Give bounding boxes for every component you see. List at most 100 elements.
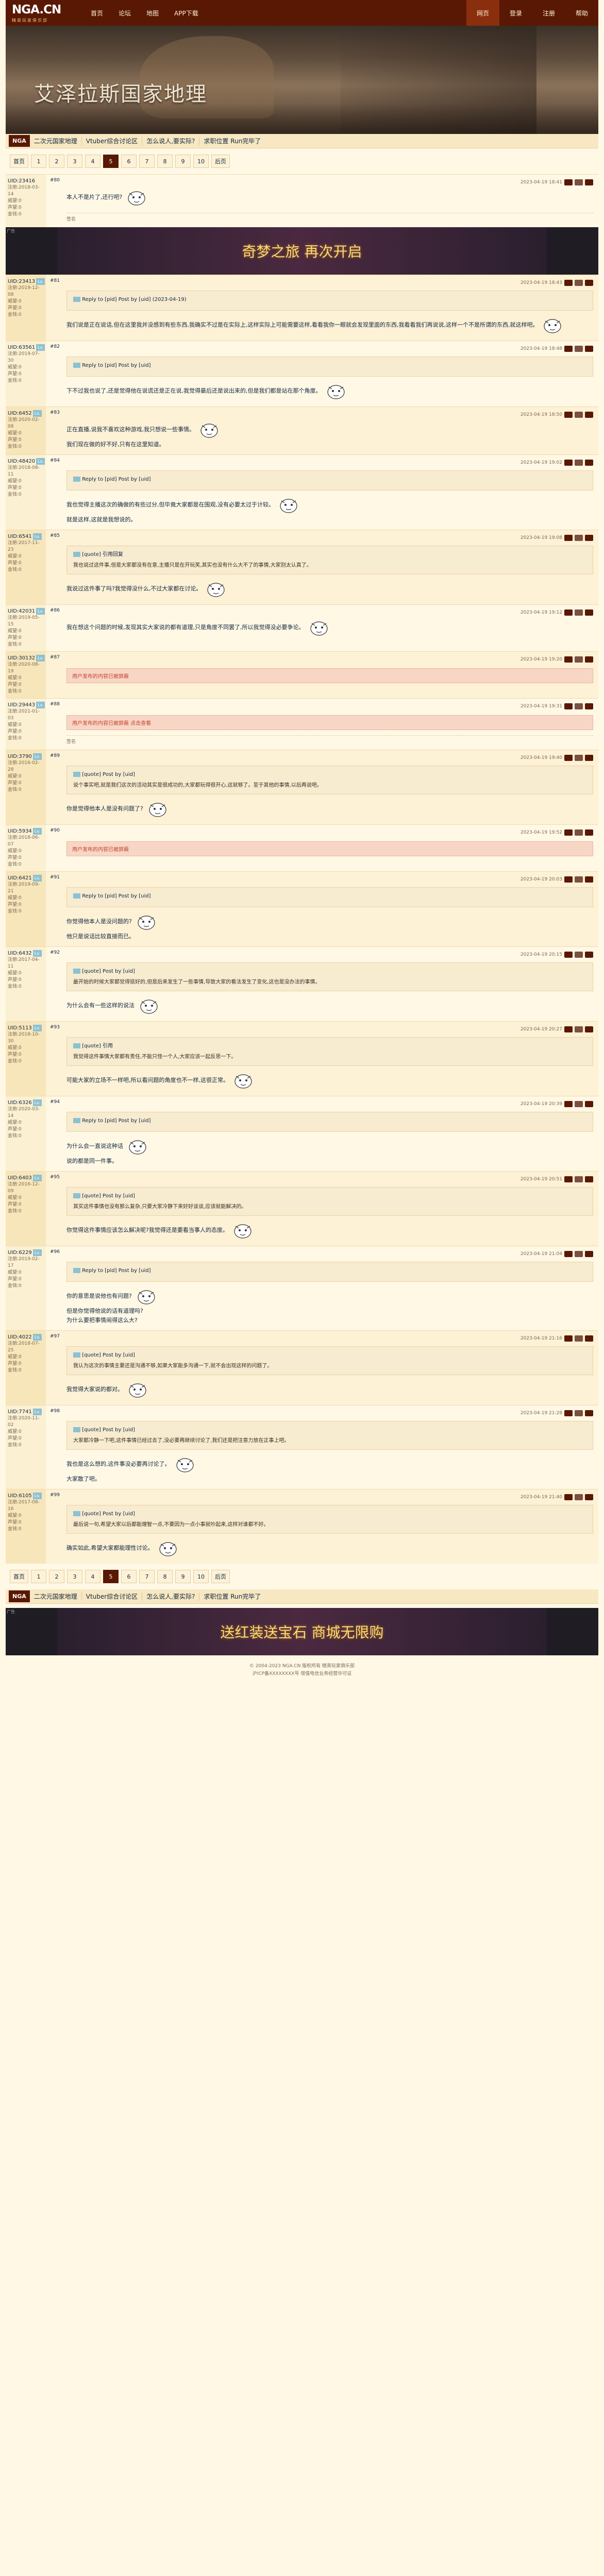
author-uid[interactable]: UID:5934 Lv. bbox=[8, 828, 44, 835]
quote-button[interactable] bbox=[575, 412, 583, 418]
bottom-ad-banner[interactable]: 广告 送红装送宝石 商城无限购 bbox=[6, 1608, 598, 1655]
author-uid[interactable]: UID:6452 Lv. bbox=[8, 410, 44, 417]
more-menu-icon[interactable] bbox=[585, 755, 593, 761]
nav-forum[interactable]: 论坛 bbox=[111, 0, 139, 26]
more-menu-icon[interactable] bbox=[585, 703, 593, 709]
floor-number[interactable]: #86 bbox=[50, 608, 60, 613]
more-menu-icon[interactable] bbox=[585, 829, 593, 836]
quote-button[interactable] bbox=[575, 1026, 583, 1032]
reply-button[interactable] bbox=[564, 656, 573, 663]
floor-number[interactable]: #93 bbox=[50, 1025, 60, 1030]
page-link[interactable]: 10 bbox=[193, 155, 209, 168]
breadcrumb-item[interactable]: 怎么说人,要实际? bbox=[142, 137, 200, 145]
author-uid[interactable]: UID:23416 bbox=[8, 178, 44, 184]
quote-button[interactable] bbox=[575, 1251, 583, 1257]
breadcrumb-home[interactable]: NGA bbox=[9, 135, 30, 147]
page-first[interactable]: 首页 bbox=[10, 155, 28, 168]
author-uid[interactable]: UID:5113 Lv. bbox=[8, 1025, 44, 1031]
quote-button[interactable] bbox=[575, 280, 583, 286]
more-menu-icon[interactable] bbox=[585, 656, 593, 663]
page-link[interactable]: 1 bbox=[31, 1570, 46, 1583]
quote-button[interactable] bbox=[575, 346, 583, 352]
nav-app-download[interactable]: APP下载 bbox=[166, 0, 206, 26]
floor-number[interactable]: #80 bbox=[50, 178, 60, 183]
author-uid[interactable]: UID:3790 Lv. bbox=[8, 753, 44, 760]
page-link[interactable]: 6 bbox=[121, 1570, 137, 1583]
floor-number[interactable]: #99 bbox=[50, 1493, 60, 1498]
reply-button[interactable] bbox=[564, 535, 573, 541]
quote-button[interactable] bbox=[575, 1410, 583, 1416]
quote-button[interactable] bbox=[575, 656, 583, 663]
page-link[interactable]: 7 bbox=[139, 155, 155, 168]
page-link[interactable]: 8 bbox=[157, 1570, 173, 1583]
floor-number[interactable]: #90 bbox=[50, 828, 60, 833]
more-menu-icon[interactable] bbox=[585, 346, 593, 352]
author-uid[interactable]: UID:6229 Lv. bbox=[8, 1249, 44, 1256]
more-menu-icon[interactable] bbox=[585, 179, 593, 185]
reply-button[interactable] bbox=[564, 1335, 573, 1342]
page-current[interactable]: 5 bbox=[103, 155, 119, 168]
quote-button[interactable] bbox=[575, 876, 583, 883]
page-link[interactable]: 7 bbox=[139, 1570, 155, 1583]
nav-home[interactable]: 首页 bbox=[83, 0, 111, 26]
reply-button[interactable] bbox=[564, 609, 573, 616]
nav-help[interactable]: 帮助 bbox=[565, 0, 598, 26]
reply-button[interactable] bbox=[564, 1494, 573, 1500]
breadcrumb-item[interactable]: 求职位置 Run完毕了 bbox=[199, 1592, 265, 1601]
author-uid[interactable]: UID:7741 Lv. bbox=[8, 1409, 44, 1415]
floor-number[interactable]: #84 bbox=[50, 458, 60, 463]
floor-number[interactable]: #97 bbox=[50, 1334, 60, 1339]
more-menu-icon[interactable] bbox=[585, 1410, 593, 1416]
author-uid[interactable]: UID:6421 Lv. bbox=[8, 875, 44, 882]
floor-number[interactable]: #98 bbox=[50, 1409, 60, 1414]
quote-button[interactable] bbox=[575, 755, 583, 761]
author-uid[interactable]: UID:4022 Lv. bbox=[8, 1334, 44, 1341]
author-uid[interactable]: UID:23413 Lv. bbox=[8, 278, 45, 285]
page-link[interactable]: 8 bbox=[157, 155, 173, 168]
quote-button[interactable] bbox=[575, 460, 583, 466]
more-menu-icon[interactable] bbox=[585, 609, 593, 616]
floor-number[interactable]: #89 bbox=[50, 753, 60, 758]
page-link[interactable]: 1 bbox=[31, 155, 46, 168]
quote-button[interactable] bbox=[575, 535, 583, 541]
more-menu-icon[interactable] bbox=[585, 1101, 593, 1107]
page-link[interactable]: 2 bbox=[49, 155, 64, 168]
page-link[interactable]: 9 bbox=[175, 155, 191, 168]
floor-number[interactable]: #83 bbox=[50, 410, 60, 415]
more-menu-icon[interactable] bbox=[585, 1176, 593, 1182]
breadcrumb-item[interactable]: Vtuber综合讨论区 bbox=[82, 137, 143, 145]
floor-number[interactable]: #88 bbox=[50, 702, 60, 707]
reply-button[interactable] bbox=[564, 755, 573, 761]
inline-ad-banner[interactable]: 广告 奇梦之旅 再次开启 bbox=[6, 227, 598, 275]
reply-button[interactable] bbox=[564, 412, 573, 418]
nav-login[interactable]: 登录 bbox=[499, 0, 532, 26]
quote-button[interactable] bbox=[575, 1494, 583, 1500]
page-next[interactable]: 后页 bbox=[211, 1570, 230, 1583]
author-uid[interactable]: UID:30132 Lv. bbox=[8, 655, 45, 662]
reply-button[interactable] bbox=[564, 346, 573, 352]
page-first[interactable]: 首页 bbox=[10, 1570, 28, 1583]
more-menu-icon[interactable] bbox=[585, 1335, 593, 1342]
author-uid[interactable]: UID:6541 Lv. bbox=[8, 533, 44, 540]
page-link[interactable]: 9 bbox=[175, 1570, 191, 1583]
quote-button[interactable] bbox=[575, 1335, 583, 1342]
page-link[interactable]: 4 bbox=[85, 155, 100, 168]
reply-button[interactable] bbox=[564, 703, 573, 709]
floor-number[interactable]: #87 bbox=[50, 655, 60, 660]
more-menu-icon[interactable] bbox=[585, 280, 593, 286]
breadcrumb-item[interactable]: Vtuber综合讨论区 bbox=[82, 1592, 143, 1601]
page-next[interactable]: 后页 bbox=[211, 155, 230, 168]
author-uid[interactable]: UID:6105 Lv. bbox=[8, 1493, 44, 1499]
floor-number[interactable]: #95 bbox=[50, 1175, 60, 1180]
floor-number[interactable]: #91 bbox=[50, 875, 60, 880]
floor-number[interactable]: #85 bbox=[50, 533, 60, 538]
floor-number[interactable]: #96 bbox=[50, 1249, 60, 1255]
author-uid[interactable]: UID:48420 Lv. bbox=[8, 458, 45, 465]
page-link[interactable]: 3 bbox=[67, 1570, 82, 1583]
reply-button[interactable] bbox=[564, 1026, 573, 1032]
quote-button[interactable] bbox=[575, 1101, 583, 1107]
reply-button[interactable] bbox=[564, 179, 573, 185]
floor-number[interactable]: #81 bbox=[50, 278, 60, 283]
more-menu-icon[interactable] bbox=[585, 952, 593, 958]
quote-button[interactable] bbox=[575, 703, 583, 709]
